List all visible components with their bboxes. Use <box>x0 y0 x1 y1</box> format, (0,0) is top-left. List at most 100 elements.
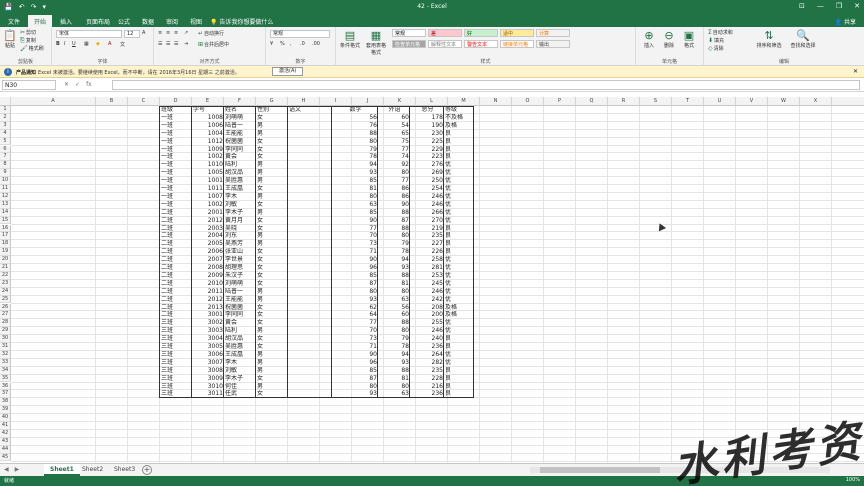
row-header[interactable]: 33 <box>0 358 11 367</box>
column-header[interactable]: B <box>96 97 128 106</box>
orientation-icon[interactable]: ↗ <box>184 30 188 36</box>
tab-home[interactable]: 开始 <box>28 15 53 27</box>
row-header[interactable]: 13 <box>0 200 11 209</box>
row-header[interactable]: 41 <box>0 422 11 430</box>
fill-color-icon[interactable]: ◆ <box>96 41 100 47</box>
row-header[interactable]: 11 <box>0 185 11 193</box>
row-header[interactable]: 30 <box>0 335 11 343</box>
row-header[interactable]: 18 <box>0 240 11 249</box>
column-header[interactable]: Q <box>576 97 608 106</box>
column-header[interactable]: F <box>224 97 256 106</box>
align-top-icon[interactable]: ≡ <box>158 30 162 36</box>
wrap-text-button[interactable]: ↵自动换行 <box>198 30 224 37</box>
tab-insert[interactable]: 插入 <box>54 15 78 27</box>
row-header[interactable]: 29 <box>0 327 11 336</box>
column-header[interactable]: W <box>768 97 800 106</box>
column-header[interactable]: A <box>11 97 96 106</box>
tab-page-layout[interactable]: 页面布局 <box>80 15 116 27</box>
row-header[interactable]: 4 <box>0 129 11 138</box>
add-sheet-button[interactable]: + <box>142 465 152 475</box>
row-header[interactable]: 38 <box>0 398 11 407</box>
row-header[interactable]: 31 <box>0 343 11 351</box>
grow-font-icon[interactable]: A <box>142 30 145 36</box>
column-header[interactable]: L <box>416 97 448 106</box>
row-header[interactable]: 17 <box>0 232 11 241</box>
row-header[interactable]: 14 <box>0 208 11 217</box>
row-header[interactable]: 43 <box>0 437 11 446</box>
autosum-button[interactable]: Σ自动求和 <box>708 29 733 36</box>
sheet-tab-sheet2[interactable]: Sheet2 <box>76 464 109 476</box>
sort-filter-button[interactable]: ⇅ 排序和筛选 <box>754 29 784 49</box>
column-header[interactable]: K <box>384 97 416 106</box>
format-painter-button[interactable]: 🖌格式刷 <box>20 45 44 52</box>
align-bottom-icon[interactable]: ≡ <box>174 30 178 36</box>
paste-button[interactable]: 📋 粘贴 <box>2 29 18 49</box>
column-header[interactable]: P <box>544 97 576 106</box>
format-as-table-button[interactable]: ▦ 套用表格格式 <box>364 29 388 56</box>
tab-formulas[interactable]: 公式 <box>112 15 136 27</box>
number-format-select[interactable]: 常规 <box>270 30 330 38</box>
row-header[interactable]: 20 <box>0 256 11 264</box>
column-header[interactable]: H <box>288 97 320 106</box>
zoom-level[interactable]: 100% <box>846 477 860 483</box>
phonetic-icon[interactable]: 文 <box>120 41 125 48</box>
row-header[interactable]: 7 <box>0 153 11 162</box>
delete-cells-button[interactable]: ⊖ 删除 <box>660 29 678 49</box>
select-all-corner[interactable] <box>0 97 11 106</box>
align-middle-icon[interactable]: ≡ <box>166 30 170 36</box>
close-button[interactable]: ✕ <box>854 2 860 10</box>
align-right-icon[interactable]: ☰ <box>174 41 178 47</box>
percent-icon[interactable]: % <box>280 41 285 47</box>
column-header[interactable]: S <box>640 97 672 106</box>
column-header[interactable]: O <box>512 97 544 106</box>
row-header[interactable]: 34 <box>0 366 11 375</box>
column-header[interactable]: D <box>160 97 192 106</box>
italic-icon[interactable]: I <box>64 41 65 47</box>
column-header[interactable]: V <box>736 97 768 106</box>
cut-button[interactable]: ✂剪切 <box>20 29 36 36</box>
increase-decimal-icon[interactable]: .0 <box>300 41 305 47</box>
column-header[interactable]: G <box>256 97 288 106</box>
cell-style-option[interactable]: 差 <box>428 29 462 37</box>
cell-style-option[interactable]: 计算 <box>536 29 570 37</box>
column-header[interactable]: R <box>608 97 640 106</box>
row-header[interactable]: 8 <box>0 161 11 170</box>
share-button[interactable]: 👤 共享 <box>835 17 856 26</box>
row-header[interactable]: 24 <box>0 287 11 296</box>
minimize-button[interactable]: — <box>817 2 824 10</box>
ribbon-display-icon[interactable]: ⊡ <box>799 2 805 10</box>
restore-button[interactable]: ❐ <box>836 2 842 10</box>
row-header[interactable]: 22 <box>0 271 11 280</box>
column-header[interactable]: I <box>320 97 352 106</box>
column-header[interactable]: X <box>800 97 832 106</box>
row-header[interactable]: 15 <box>0 216 11 225</box>
cell-style-option[interactable]: 解释性文本 <box>428 40 462 48</box>
cell-style-option[interactable]: 好 <box>464 29 498 37</box>
tab-data[interactable]: 数据 <box>136 15 160 27</box>
row-header[interactable]: 44 <box>0 445 11 454</box>
row-header[interactable]: 19 <box>0 248 11 257</box>
clear-button[interactable]: ◇清除 <box>708 45 724 52</box>
row-header[interactable]: 12 <box>0 192 11 201</box>
cell-style-option[interactable]: 输出 <box>536 40 570 48</box>
row-header[interactable]: 45 <box>0 453 11 462</box>
tab-review[interactable]: 审阅 <box>160 15 184 27</box>
row-header[interactable]: 36 <box>0 382 11 391</box>
tell-me-search[interactable]: 💡 告诉我你想要做什么 <box>210 17 273 26</box>
bold-icon[interactable]: B <box>56 41 60 47</box>
name-box[interactable]: N30 <box>2 80 56 90</box>
row-header[interactable]: 27 <box>0 311 11 320</box>
formula-input[interactable] <box>112 80 860 90</box>
row-header[interactable]: 10 <box>0 177 11 185</box>
sheet-next-icon[interactable]: ▶ <box>15 466 20 473</box>
merge-center-button[interactable]: ⊞合并后居中 <box>198 41 229 48</box>
close-notice-icon[interactable]: ✕ <box>853 68 858 75</box>
fill-button[interactable]: ⬇填充 <box>708 37 724 44</box>
row-header[interactable]: 26 <box>0 303 11 312</box>
row-header[interactable]: 23 <box>0 279 11 288</box>
row-header[interactable]: 39 <box>0 406 11 415</box>
row-header[interactable]: 28 <box>0 319 11 328</box>
align-center-icon[interactable]: ☰ <box>166 41 170 47</box>
cancel-icon[interactable]: ✕ <box>64 81 69 88</box>
row-header[interactable]: 2 <box>0 113 11 122</box>
